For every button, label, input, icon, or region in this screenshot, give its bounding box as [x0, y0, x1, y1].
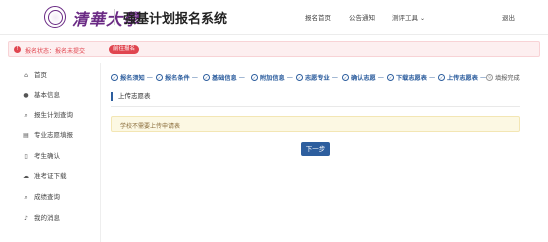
step-9[interactable]: 9 填报完成 — [486, 71, 520, 83]
step-check-icon: ✓ — [251, 73, 258, 81]
step-7[interactable]: ✓ 下载志愿表 — — [387, 71, 435, 83]
search-icon: ⌕ — [24, 194, 28, 201]
sidebar-item-messages[interactable]: ♪ 我的消息 — [22, 213, 60, 223]
top-header: 清華大學 强基计划报名系统 报名首页 公告通知 测评工具 ⌄ 退出 — [0, 0, 548, 35]
user-icon: ● — [23, 92, 29, 99]
step-pending-icon: 9 — [486, 73, 493, 81]
sidebar-item-label: 我的消息 — [34, 214, 60, 222]
sidebar-item-label: 首页 — [34, 71, 47, 79]
step-label: 报名条件 — [165, 74, 190, 82]
chevron-down-icon: ⌄ — [420, 15, 426, 22]
step-4[interactable]: ✓ 附加信息 — — [251, 71, 293, 83]
section-title: 上传志愿表 — [111, 92, 151, 101]
step-2[interactable]: ✓ 报名条件 — — [156, 71, 198, 83]
signup-status-text: 报名状态：报名未提交 — [25, 47, 86, 55]
sidebar-item-home[interactable]: ⌂ 首页 — [22, 70, 47, 80]
notice-text: 学校不需要上传申请表 — [120, 123, 181, 130]
step-check-icon: ✓ — [296, 73, 303, 81]
alert-icon: ! — [14, 45, 21, 53]
notice-box: 学校不需要上传申请表 — [111, 116, 520, 132]
system-title: 强基计划报名系统 — [123, 12, 228, 27]
nav-signup-home[interactable]: 报名首页 — [305, 12, 331, 22]
nav-assessment-tools-label: 测评工具 — [392, 14, 418, 22]
sidebar: ⌂ 首页 ● 基本信息 ⌕ 报生计划查询 ▤ 专业志愿填报 ▯ 考生确认 ☁ 准考证下载 ⌕… — [8, 63, 101, 242]
step-3[interactable]: ✓ 基础信息 — — [203, 71, 245, 83]
step-label: 基础信息 — [212, 74, 237, 82]
step-check-icon: ✓ — [111, 73, 118, 81]
sidebar-item-basic-info[interactable]: ● 基本信息 — [22, 90, 60, 100]
step-1[interactable]: ✓ 报名须知 — — [111, 71, 153, 83]
section-divider — [111, 106, 520, 107]
file-icon: ▯ — [24, 153, 28, 160]
go-signup-button[interactable]: 前往报名 — [109, 44, 140, 54]
logout-link[interactable]: 退出 — [502, 12, 515, 22]
sidebar-item-label: 成绩查询 — [34, 193, 60, 201]
step-label: 填报完成 — [495, 74, 520, 82]
sidebar-item-label: 报生计划查询 — [34, 111, 73, 119]
step-check-icon: ✓ — [387, 73, 394, 81]
sidebar-item-score-query[interactable]: ⌕ 成绩查询 — [22, 192, 60, 202]
step-label: 附加信息 — [260, 74, 285, 82]
sidebar-item-major-choice[interactable]: ▤ 专业志愿填报 — [22, 130, 73, 140]
step-5[interactable]: ✓ 志愿专业 — — [296, 71, 338, 83]
sidebar-item-label: 专业志愿填报 — [34, 131, 73, 139]
sidebar-item-label: 考生确认 — [34, 152, 60, 160]
step-8[interactable]: ✓ 上传志愿表 — — [438, 71, 486, 83]
home-icon: ⌂ — [24, 72, 28, 79]
step-6[interactable]: ✓ 确认志愿 — — [342, 71, 384, 83]
nav-assessment-tools[interactable]: 测评工具 ⌄ — [392, 12, 425, 22]
sidebar-item-plan-query[interactable]: ⌕ 报生计划查询 — [22, 110, 73, 120]
step-label: 志愿专业 — [305, 74, 330, 82]
form-icon: ▤ — [23, 132, 29, 139]
step-check-icon: ✓ — [438, 73, 445, 81]
bell-icon: ♪ — [24, 215, 28, 222]
signup-status-alert: ! 报名状态：报名未提交 前往报名 — [8, 41, 540, 57]
sidebar-item-label: 准考证下载 — [34, 172, 67, 180]
sidebar-item-admission-ticket[interactable]: ☁ 准考证下载 — [22, 171, 67, 181]
header-divider — [114, 9, 115, 25]
sidebar-item-candidate-confirm[interactable]: ▯ 考生确认 — [22, 151, 60, 161]
step-check-icon: ✓ — [203, 73, 210, 81]
search-icon: ⌕ — [24, 112, 28, 119]
step-label: 报名须知 — [120, 74, 145, 82]
sidebar-item-label: 基本信息 — [34, 91, 60, 99]
step-label: 确认志愿 — [351, 74, 376, 82]
nav-announcements[interactable]: 公告通知 — [349, 12, 375, 22]
next-step-button[interactable]: 下一步 — [301, 142, 330, 156]
step-label: 下载志愿表 — [396, 74, 427, 82]
university-seal-logo — [44, 6, 66, 28]
step-check-icon: ✓ — [342, 73, 349, 81]
step-label: 上传志愿表 — [447, 74, 478, 82]
step-check-icon: ✓ — [156, 73, 163, 81]
cloud-download-icon: ☁ — [23, 173, 29, 180]
